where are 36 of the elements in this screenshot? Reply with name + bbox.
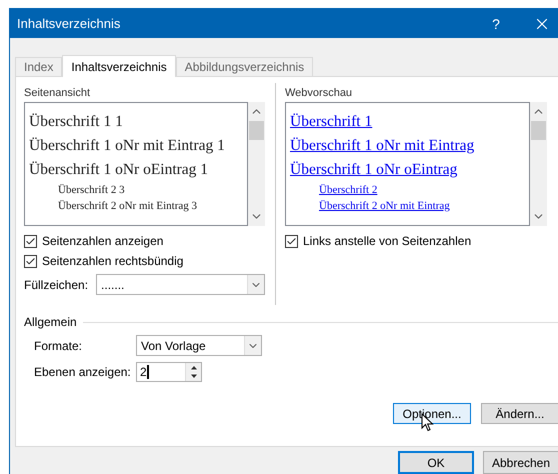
checkbox-label: Links anstelle von Seitenzahlen: [303, 234, 472, 248]
preview-entry: Überschrift 1 oNr oEintrag 1: [29, 161, 210, 180]
scroll-thumb[interactable]: [531, 121, 546, 140]
preview-entry: Überschrift 2 3: [57, 184, 126, 196]
checkbox-label: Seitenzahlen anzeigen: [42, 234, 164, 248]
group-label: Seitenansicht: [24, 87, 92, 100]
checkbox[interactable]: [285, 234, 298, 248]
fill-char-dropdown[interactable]: .......: [96, 274, 265, 296]
checkbox[interactable]: [24, 254, 37, 268]
preview-entry: Überschrift 1 oNr mit Eintrag 1: [29, 137, 226, 156]
preview-link[interactable]: Überschrift 1 oNr mit Eintrag: [290, 137, 525, 156]
text-cursor: [146, 365, 149, 380]
formats-dropdown[interactable]: Von Vorlage: [136, 335, 262, 356]
dialog-button[interactable]: Ändern...: [481, 403, 558, 424]
preview-link[interactable]: Überschrift 1 oNr oEintrag: [290, 161, 525, 180]
checkbox[interactable]: [24, 234, 37, 248]
dialog-button[interactable]: Abbrechen: [483, 451, 558, 474]
preview-link[interactable]: Überschrift 2 oNr mit Eintrag: [290, 200, 525, 212]
tab[interactable]: Abbildungsverzeichnis: [176, 57, 314, 76]
tab[interactable]: Inhaltsverzeichnis: [62, 55, 176, 78]
group-label: Webvorschau: [285, 87, 354, 100]
dialog-button[interactable]: OK: [398, 451, 474, 474]
group-title: Allgemein: [24, 315, 77, 330]
checkbox-label: Seitenzahlen rechtsbündig: [42, 254, 184, 268]
preview-link[interactable]: Überschrift 1: [290, 113, 525, 132]
preview-entry: Überschrift 1 1: [29, 113, 124, 132]
field-label: Füllzeichen:: [24, 278, 88, 292]
field-label: Formate:: [34, 338, 84, 353]
levels-spin-field[interactable]: 2: [136, 362, 202, 382]
preview-entry: Überschrift 2 oNr mit Eintrag 3: [57, 200, 198, 212]
tab[interactable]: Index: [15, 57, 62, 76]
field-label: Ebenen anzeigen:: [34, 365, 132, 380]
preview-link[interactable]: Überschrift 2: [290, 184, 525, 196]
scroll-thumb[interactable]: [249, 121, 264, 140]
window-title: Inhaltsverzeichnis: [17, 16, 122, 31]
help-button[interactable]: ?: [473, 16, 519, 32]
